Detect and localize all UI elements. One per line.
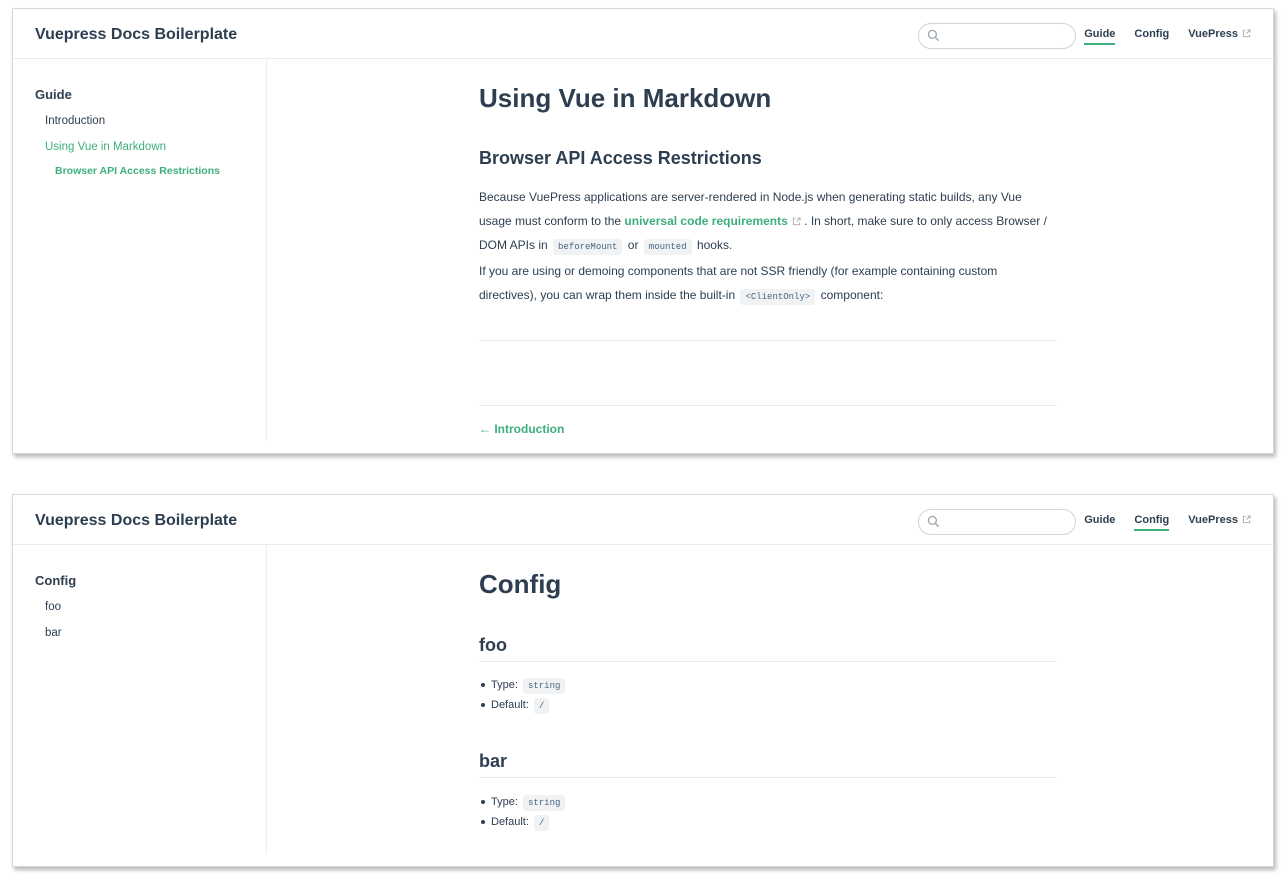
sidebar-item-foo[interactable]: foo — [45, 601, 61, 613]
default-label: Default: — [491, 816, 529, 828]
paragraph-2: If you are using or demoing components t… — [479, 259, 1057, 309]
type-label: Type: — [491, 679, 518, 691]
nav-link-config[interactable]: Config — [1134, 514, 1169, 531]
sidebar-item-using-vue-in-markdown[interactable]: Using Vue in Markdown — [45, 141, 166, 153]
code-mounted: mounted — [643, 239, 692, 255]
external-link-icon — [792, 217, 801, 226]
nav-links: Guide Config VuePress — [1084, 514, 1251, 531]
paragraph-2-text-b: component: — [817, 288, 884, 302]
list-item: Default: / — [479, 812, 567, 832]
paragraph-1-text-d: hooks. — [693, 238, 733, 252]
link-label: universal code requirements — [624, 214, 788, 228]
paragraph-1: Because VuePress applications are server… — [479, 185, 1057, 259]
list-item: Type: string — [479, 675, 567, 695]
default-value: / — [533, 815, 550, 831]
main-content: Config foo Type: string Default: / bar T… — [479, 495, 1057, 866]
site-title[interactable]: Vuepress Docs Boilerplate — [35, 512, 237, 530]
main-content: Using Vue in Markdown Browser API Access… — [479, 9, 1057, 453]
paragraph-1-text-c: or — [624, 238, 642, 252]
nav-link-vuepress[interactable]: VuePress — [1188, 28, 1251, 40]
section-heading-bar: bar — [479, 751, 1057, 778]
default-label: Default: — [491, 699, 529, 711]
type-label: Type: — [491, 796, 518, 808]
default-value: / — [533, 698, 550, 714]
sidebar-group-guide[interactable]: Guide — [35, 87, 72, 102]
nav-link-guide[interactable]: Guide — [1084, 514, 1115, 526]
type-value: string — [522, 678, 566, 694]
nav-links: Guide Config VuePress — [1084, 28, 1251, 45]
section-heading: Browser API Access Restrictions — [479, 148, 762, 168]
list-item: Type: string — [479, 792, 567, 812]
code-before-mount: beforeMount — [553, 239, 623, 255]
sidebar-subitem-browser-api[interactable]: Browser API Access Restrictions — [55, 165, 220, 177]
list-item: Default: / — [479, 695, 567, 715]
section-heading-foo: foo — [479, 635, 1057, 662]
sidebar: Config foo bar — [13, 545, 267, 854]
property-list-bar: Type: string Default: / — [479, 792, 567, 832]
external-link-icon — [1242, 29, 1251, 38]
paragraph-2-text-a: If you are using or demoing components t… — [479, 264, 998, 302]
sidebar: Guide Introduction Using Vue in Markdown… — [13, 59, 267, 441]
nav-link-config[interactable]: Config — [1134, 28, 1169, 40]
external-link-icon — [1242, 515, 1251, 524]
nav-link-guide[interactable]: Guide — [1084, 28, 1116, 45]
nav-link-vuepress-label: VuePress — [1188, 28, 1238, 40]
type-value: string — [522, 795, 566, 811]
prev-page-link[interactable]: ← Introduction — [479, 422, 564, 436]
divider — [479, 405, 1057, 406]
guide-page-window: Vuepress Docs Boilerplate Guide Config V… — [12, 8, 1274, 454]
page-title: Using Vue in Markdown — [479, 83, 772, 113]
config-page-window: Vuepress Docs Boilerplate Guide Config V… — [12, 494, 1274, 867]
page-title: Config — [479, 569, 562, 599]
site-title[interactable]: Vuepress Docs Boilerplate — [35, 26, 237, 44]
sidebar-item-bar[interactable]: bar — [45, 627, 62, 639]
nav-link-vuepress[interactable]: VuePress — [1188, 514, 1251, 526]
nav-link-vuepress-label: VuePress — [1188, 514, 1238, 526]
property-list-foo: Type: string Default: / — [479, 675, 567, 715]
universal-code-requirements-link[interactable]: universal code requirements — [624, 214, 801, 228]
divider — [479, 340, 1057, 341]
sidebar-item-introduction[interactable]: Introduction — [45, 115, 105, 127]
sidebar-group-config[interactable]: Config — [35, 573, 76, 588]
code-client-only: <ClientOnly> — [740, 289, 816, 305]
